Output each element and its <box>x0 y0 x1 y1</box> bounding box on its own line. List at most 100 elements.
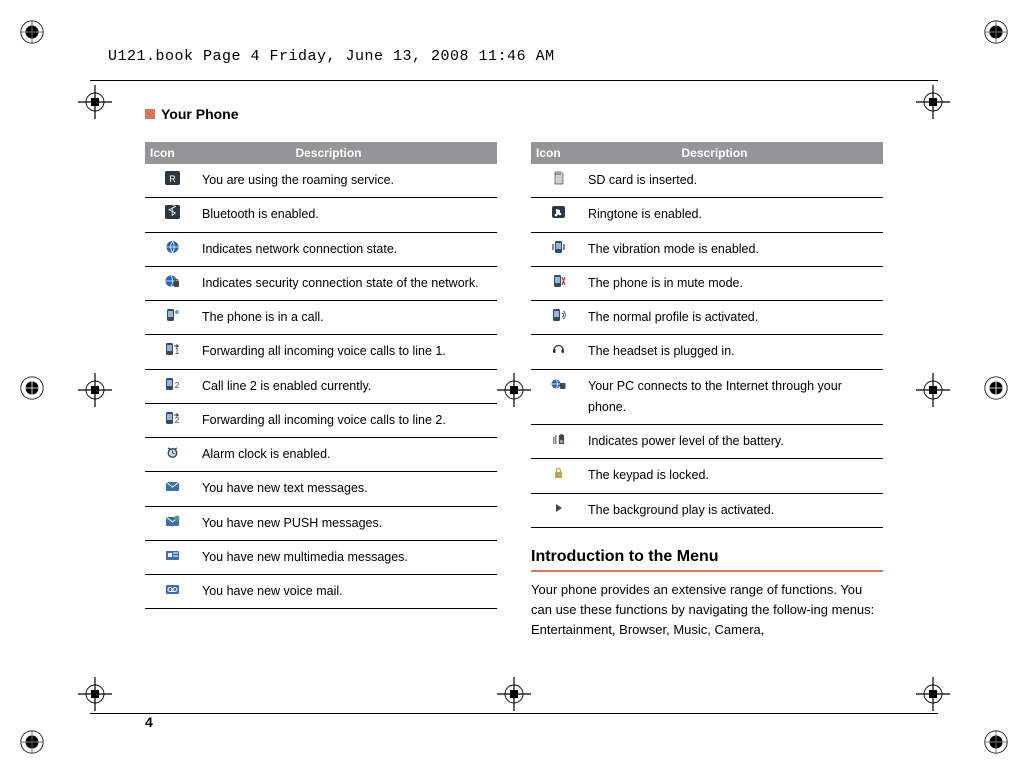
voicemail-icon <box>145 581 200 602</box>
alarm-icon <box>145 444 200 465</box>
row-description: Forwarding all incoming voice calls to l… <box>200 341 493 362</box>
row-description: You have new PUSH messages. <box>200 513 493 534</box>
row-description: The phone is in a call. <box>200 307 493 328</box>
forward-line1-icon: 1 <box>145 341 200 362</box>
table-row: The phone is in a call. <box>145 301 497 335</box>
crop-cross-icon <box>916 373 950 407</box>
svg-text:2: 2 <box>175 416 180 425</box>
intro-body: Your phone provides an extensive range o… <box>531 580 883 640</box>
table-row: Alarm clock is enabled. <box>145 438 497 472</box>
pc-internet-icon <box>531 376 586 419</box>
table-row: SD card is inserted. <box>531 164 883 198</box>
row-description: The headset is plugged in. <box>586 341 879 362</box>
row-description: The phone is in mute mode. <box>586 273 879 294</box>
right-table-body: SD card is inserted. Ringtone is enabled.… <box>531 164 883 528</box>
push-msg-icon <box>145 513 200 534</box>
sd-card-icon <box>531 170 586 191</box>
ringtone-icon <box>531 204 586 225</box>
th-description: Description <box>205 146 492 160</box>
intro-rule <box>531 570 883 572</box>
crop-cross-icon <box>916 85 950 119</box>
table-header-left: Icon Description <box>145 142 497 164</box>
registration-mark-icon <box>18 18 46 46</box>
th-icon: Icon <box>150 146 205 160</box>
row-description: Alarm clock is enabled. <box>200 444 493 465</box>
registration-mark-icon <box>982 374 1010 402</box>
new-sms-icon <box>145 478 200 499</box>
mute-icon <box>531 273 586 294</box>
table-header-right: Icon Description <box>531 142 883 164</box>
line2-icon: 2 <box>145 376 200 397</box>
network-icon <box>145 239 200 260</box>
table-row: You have new text messages. <box>145 472 497 506</box>
page-number: 4 <box>145 714 153 730</box>
svg-text:1: 1 <box>175 347 180 356</box>
intro-heading: Introduction to the Menu <box>531 548 883 566</box>
table-row: You have new PUSH messages. <box>145 507 497 541</box>
secure-network-icon <box>145 273 200 294</box>
row-description: You are using the roaming service. <box>200 170 493 191</box>
row-description: The vibration mode is enabled. <box>586 239 879 260</box>
row-description: You have new voice mail. <box>200 581 493 602</box>
left-table-body: R You are using the roaming service. Bluet… <box>145 164 497 609</box>
keypad-locked-icon <box>531 465 586 486</box>
roaming-icon: R <box>145 170 200 191</box>
row-description: Indicates network connection state. <box>200 239 493 260</box>
left-column: Icon Description R You are using the roam… <box>145 142 497 640</box>
table-row: You have new multimedia messages. <box>145 541 497 575</box>
table-row: 2 Forwarding all incoming voice calls to … <box>145 404 497 438</box>
row-description: SD card is inserted. <box>586 170 879 191</box>
row-description: Your PC connects to the Internet through… <box>586 376 879 419</box>
section-bullet-icon <box>145 109 155 119</box>
page-content: Your Phone Icon Description R You are usi… <box>145 106 883 692</box>
svg-text:R: R <box>169 174 176 184</box>
registration-mark-icon <box>18 728 46 756</box>
table-row: The background play is activated. <box>531 494 883 528</box>
headset-icon <box>531 341 586 362</box>
row-description: The normal profile is activated. <box>586 307 879 328</box>
crop-cross-icon <box>916 677 950 711</box>
th-description: Description <box>591 146 878 160</box>
table-row: Indicates security connection state of t… <box>145 267 497 301</box>
row-description: Indicates security connection state of t… <box>200 273 493 294</box>
table-row: The vibration mode is enabled. <box>531 233 883 267</box>
table-row: R You are using the roaming service. <box>145 164 497 198</box>
forward-line2-icon: 2 <box>145 410 200 431</box>
row-description: Indicates power level of the battery. <box>586 431 879 452</box>
row-description: Forwarding all incoming voice calls to l… <box>200 410 493 431</box>
row-description: You have new text messages. <box>200 478 493 499</box>
section-title: Your Phone <box>161 106 239 122</box>
mms-icon <box>145 547 200 568</box>
background-play-icon <box>531 500 586 521</box>
registration-mark-icon <box>982 18 1010 46</box>
table-row: 2 Call line 2 is enabled currently. <box>145 370 497 404</box>
battery-icon <box>531 431 586 452</box>
table-row: The keypad is locked. <box>531 459 883 493</box>
table-row: You have new voice mail. <box>145 575 497 609</box>
table-row: Bluetooth is enabled. <box>145 198 497 232</box>
row-description: Bluetooth is enabled. <box>200 204 493 225</box>
table-row: Your PC connects to the Internet through… <box>531 370 883 426</box>
in-call-icon <box>145 307 200 328</box>
section-title-row: Your Phone <box>145 106 883 122</box>
crop-cross-icon <box>78 677 112 711</box>
table-row: Indicates power level of the battery. <box>531 425 883 459</box>
row-description: Call line 2 is enabled currently. <box>200 376 493 397</box>
table-row: 1 Forwarding all incoming voice calls to … <box>145 335 497 369</box>
crop-cross-icon <box>78 85 112 119</box>
svg-text:2: 2 <box>175 381 180 390</box>
th-icon: Icon <box>536 146 591 160</box>
row-description: The background play is activated. <box>586 500 879 521</box>
row-description: You have new multimedia messages. <box>200 547 493 568</box>
page-header-text: U121.book Page 4 Friday, June 13, 2008 1… <box>108 48 555 65</box>
table-row: The normal profile is activated. <box>531 301 883 335</box>
normal-profile-icon <box>531 307 586 328</box>
row-description: The keypad is locked. <box>586 465 879 486</box>
right-column: Icon Description SD card is inserted. Rin… <box>531 142 883 640</box>
row-description: Ringtone is enabled. <box>586 204 879 225</box>
crop-cross-icon <box>78 373 112 407</box>
bluetooth-icon <box>145 204 200 225</box>
registration-mark-icon <box>18 374 46 402</box>
table-row: Ringtone is enabled. <box>531 198 883 232</box>
table-row: Indicates network connection state. <box>145 233 497 267</box>
